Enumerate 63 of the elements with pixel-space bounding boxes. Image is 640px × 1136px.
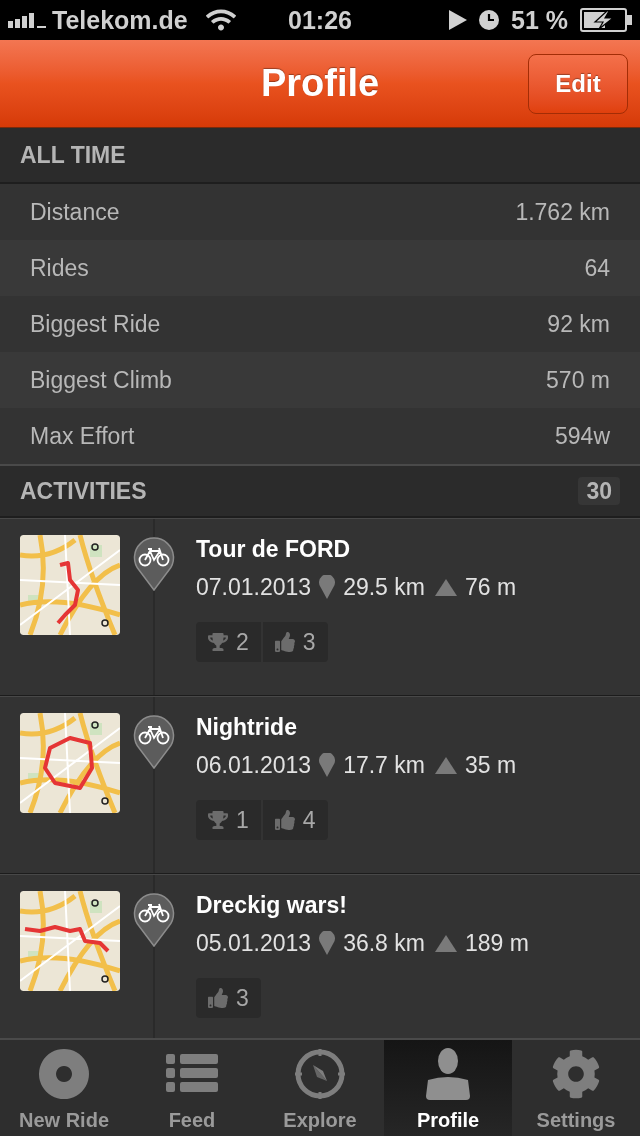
activity-elevation: 35 m [464,750,517,780]
tab-button[interactable]: Profile [384,1040,512,1136]
list-icon [166,1054,218,1094]
kudos-count: 4 [302,805,316,835]
location-pin-icon [319,753,336,777]
play-icon [449,10,467,30]
section-title: ALL TIME [20,140,126,170]
battery-icon [580,8,632,32]
thumbs-up-icon [274,632,295,652]
nav-title: Profile [260,61,380,106]
ring-icon [39,1049,89,1099]
trophy-icon [208,632,228,652]
stat-value: 1.762 km [515,197,610,227]
trophy-icon [208,810,228,830]
elevation-triangle-icon [434,578,457,596]
stat-label: Biggest Climb [30,365,172,395]
edit-button[interactable]: Edit [528,53,628,114]
achievement-count: 2 [236,627,249,657]
activity-title[interactable]: Nightride [196,713,517,741]
kudos-count: 3 [302,627,316,657]
stat-value: 570 m [546,365,610,395]
activity-count-badge: 30 [578,477,620,505]
section-title: ACTIVITIES [20,476,147,506]
activity-elevation: 76 m [464,572,517,602]
person-icon [424,1048,472,1100]
stat-value: 64 [584,253,610,283]
stat-label: Biggest Ride [30,309,161,339]
tab-button[interactable]: New Ride [0,1040,128,1136]
activity-distance: 29.5 km [343,572,425,602]
elevation-triangle-icon [434,756,457,774]
stat-value: 594w [555,421,610,451]
stat-label: Distance [30,197,120,227]
bike-pin-icon [133,715,175,769]
carrier-name: Telekom.de [52,7,188,33]
activity-distance: 17.7 km [343,750,425,780]
thumbs-up-icon [208,988,228,1008]
activity-date: 07.01.2013 [196,572,312,602]
bike-pin-icon [133,893,175,947]
stat-label: Rides [30,253,89,283]
location-pin-icon [319,931,336,955]
activity-date: 06.01.2013 [196,750,312,780]
activity-distance: 36.8 km [343,928,425,958]
tab-button[interactable]: Feed [128,1040,256,1136]
gear-icon [551,1049,601,1099]
status-time: 01:26 [287,7,353,33]
elevation-triangle-icon [434,934,457,952]
activity-title[interactable]: Dreckig wars! [196,891,529,919]
kudos-count: 3 [236,983,249,1013]
activity-date: 05.01.2013 [196,928,312,958]
tab-button[interactable]: Explore [256,1040,384,1136]
stat-value: 92 km [547,309,610,339]
tab-button[interactable]: Settings [512,1040,640,1136]
activity-title[interactable]: Tour de FORD [196,535,517,563]
stat-label: Max Effort [30,421,135,451]
thumbs-up-icon [274,810,295,830]
location-pin-icon [319,575,336,599]
signal-bars-icon [8,12,46,28]
compass-icon [295,1049,345,1099]
achievement-count: 1 [236,805,249,835]
battery-percent: 51 % [511,7,568,33]
activity-elevation: 189 m [464,928,529,958]
clock-icon [479,10,499,30]
bike-pin-icon [133,537,175,591]
